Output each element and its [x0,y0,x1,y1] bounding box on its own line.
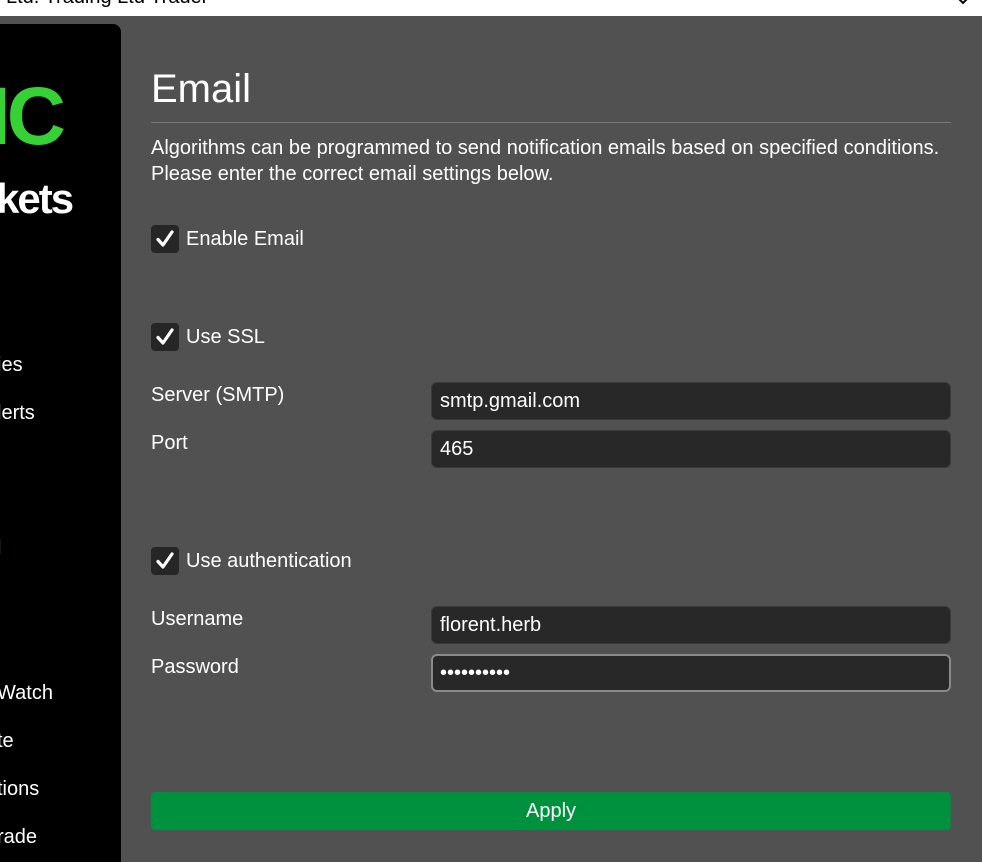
checkbox-checked-icon[interactable] [151,323,179,351]
sidebar-item-options[interactable]: tions [0,777,39,801]
server-smtp-label: Server (SMTP) [151,384,285,406]
logo-subtitle: kets [0,175,74,222]
sidebar: IC kets ies lerts l Watch te tions rade [0,24,121,862]
sidebar-item-alerts[interactable]: lerts [0,401,35,425]
window-titlebar: Ltd. Trading Ltd Trader [0,0,982,16]
use-ssl-label: Use SSL [186,325,265,348]
sidebar-item-watch[interactable]: Watch [0,681,53,705]
use-authentication-label: Use authentication [186,549,352,572]
title-divider [151,122,951,123]
port-input[interactable] [431,430,951,468]
use-ssl-checkbox[interactable]: Use SSL [151,323,265,351]
password-label: Password [151,656,239,678]
app-window: IC kets ies lerts l Watch te tions rade … [0,16,982,862]
apply-button[interactable]: Apply [151,792,951,830]
chevron-down-icon[interactable] [954,0,972,10]
sidebar-item-trade[interactable]: rade [0,825,37,849]
use-authentication-checkbox[interactable]: Use authentication [151,547,352,575]
username-label: Username [151,608,244,630]
checkbox-checked-icon[interactable] [151,547,179,575]
logo: IC [0,71,66,162]
page-title: Email [151,67,252,111]
page-description: Algorithms can be programmed to send not… [151,137,940,185]
window-title: Ltd. Trading Ltd Trader [6,0,208,9]
enable-email-checkbox[interactable]: Enable Email [151,225,304,253]
sidebar-item-strategies[interactable]: ies [0,353,23,377]
checkbox-checked-icon[interactable] [151,225,179,253]
sidebar-item-email[interactable]: l [0,536,1,560]
port-label: Port [151,432,188,454]
sidebar-item-update[interactable]: te [0,729,14,753]
enable-email-label: Enable Email [186,227,304,250]
username-input[interactable] [431,606,951,644]
server-smtp-input[interactable] [431,382,951,420]
password-input[interactable] [431,654,951,692]
